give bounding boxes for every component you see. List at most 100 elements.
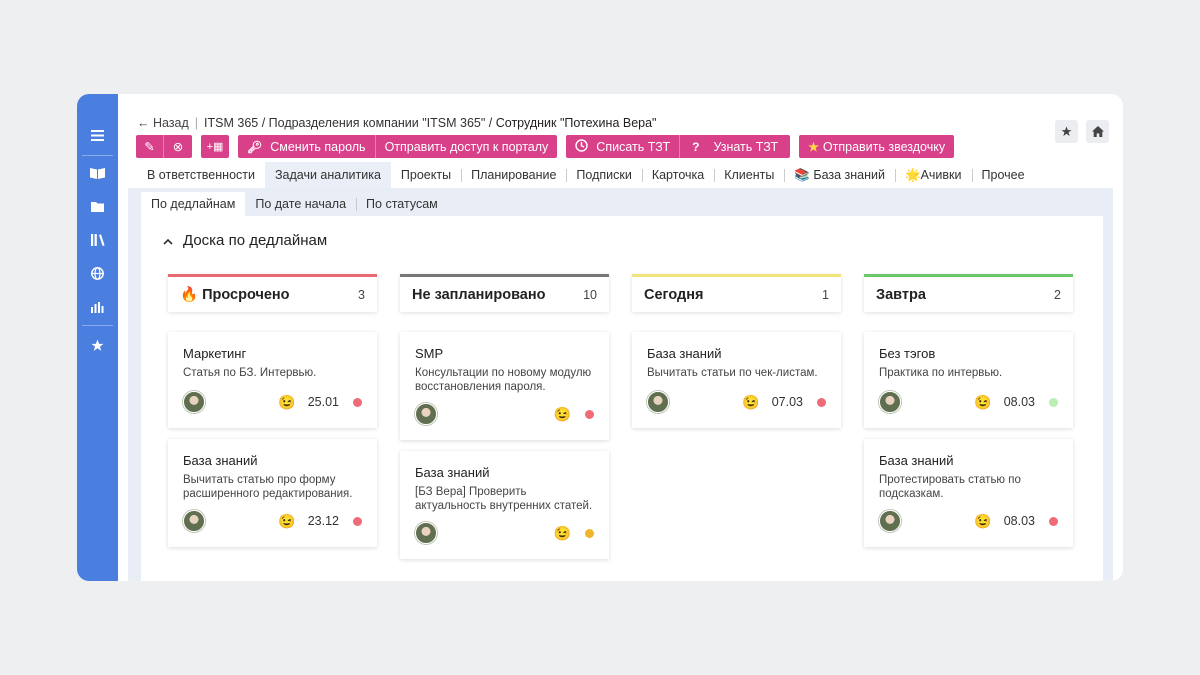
board-column-overdue: 🔥 Просрочено 3 Маркетинг Статья по БЗ. И…	[168, 274, 377, 547]
star-icon	[1061, 126, 1072, 137]
learn-button[interactable]: ? Узнать ТЗТ	[680, 135, 791, 158]
tab-responsibility[interactable]: В ответственности	[137, 162, 265, 188]
breadcrumb-separator: |	[194, 116, 199, 130]
add-to-table-button[interactable]: +▦	[201, 135, 229, 158]
sidebar-divider	[82, 155, 113, 156]
column-title: Не запланировано	[412, 286, 546, 303]
home-icon	[1091, 126, 1104, 137]
subtab-by-status[interactable]: По статусам	[356, 192, 448, 216]
due-date: 23.12	[307, 514, 339, 528]
avatar	[183, 510, 205, 532]
board-panel: Доска по дедлайнам 🔥 Просрочено 3 Маркет…	[141, 216, 1103, 581]
task-card[interactable]: Маркетинг Статья по БЗ. Интервью. 😉 25.0…	[168, 332, 377, 428]
menu-icon[interactable]	[77, 125, 118, 145]
board-title: Доска по дедлайнам	[183, 232, 328, 249]
breadcrumb-path[interactable]: ITSM 365 / Подразделения компании "ITSM …	[204, 116, 492, 130]
card-description: Протестировать статью по подсказкам.	[879, 474, 1021, 500]
book-icon[interactable]	[77, 163, 118, 183]
column-count: 1	[822, 287, 829, 302]
write-off-label: Списать ТЗТ	[596, 139, 671, 154]
clock-icon	[575, 138, 588, 155]
task-card[interactable]: База знаний Протестировать статью по под…	[864, 439, 1073, 547]
delete-button[interactable]: ⊗	[164, 135, 192, 158]
library-icon[interactable]	[77, 230, 118, 250]
avatar	[879, 391, 901, 413]
tab-subscriptions[interactable]: Подписки	[566, 162, 641, 188]
avatar	[183, 391, 205, 413]
tab-analyst-tasks[interactable]: Задачи аналитика	[264, 162, 391, 188]
card-title: SMP	[415, 346, 444, 361]
tab-clients[interactable]: Клиенты	[714, 162, 784, 188]
card-description: Вычитать статью про форму расширенного р…	[183, 474, 353, 500]
subtab-by-deadline[interactable]: По дедлайнам	[141, 192, 246, 216]
question-icon: ?	[692, 139, 700, 154]
task-card[interactable]: База знаний Вычитать статьи по чек-листа…	[632, 332, 841, 428]
card-title: Маркетинг	[183, 346, 247, 361]
column-count: 2	[1054, 287, 1061, 302]
card-footer: 😉 23.12	[183, 509, 362, 533]
write-off-button[interactable]: Списать ТЗТ	[566, 135, 681, 158]
back-link[interactable]: ← Назад	[137, 116, 189, 130]
task-card[interactable]: База знаний Вычитать статью про форму ра…	[168, 439, 377, 547]
card-title: Без тэгов	[879, 346, 936, 361]
tab-projects[interactable]: Проекты	[391, 162, 461, 188]
board-column-tomorrow: Завтра 2 Без тэгов Практика по интервью.…	[864, 274, 1073, 547]
change-password-label: Сменить пароль	[270, 139, 366, 154]
column-header: Сегодня 1	[632, 274, 841, 312]
emoji-icon: 😉	[974, 393, 992, 410]
send-star-button[interactable]: ★ Отправить звездочку	[799, 135, 955, 158]
star-icon[interactable]	[77, 335, 118, 355]
card-description: Вычитать статьи по чек-листам.	[647, 367, 818, 379]
card-title: База знаний	[647, 346, 722, 361]
top-right-actions	[1055, 120, 1109, 143]
emoji-icon: 😉	[553, 405, 571, 422]
priority-dot	[1049, 516, 1058, 526]
toolbar-gap	[229, 135, 238, 158]
tab-bar: В ответственности Задачи аналитика Проек…	[137, 162, 1035, 188]
due-date: 08.03	[1003, 395, 1035, 409]
tab-achievements[interactable]: 🌟Ачивки	[895, 162, 972, 188]
task-card[interactable]: База знаний [БЗ Вера] Проверить актуальн…	[400, 451, 609, 559]
tab-card[interactable]: Карточка	[641, 162, 714, 188]
sidebar-divider	[82, 325, 113, 326]
task-card[interactable]: SMP Консультации по новому модулю восста…	[400, 332, 609, 440]
toolbar: ✎ ⊗ +▦ 🔑︎ Сменить пароль Отправить доступ…	[136, 135, 955, 158]
column-count: 10	[583, 287, 597, 302]
board-header[interactable]: Доска по дедлайнам	[163, 232, 327, 249]
add-table-icon: +▦	[206, 141, 224, 153]
tab-knowledge-base[interactable]: 📚 База знаний	[784, 162, 895, 188]
breadcrumb: ← Назад | ITSM 365 / Подразделения компани…	[137, 116, 657, 130]
priority-dot	[585, 409, 594, 419]
send-access-button[interactable]: Отправить доступ к порталу	[375, 135, 558, 158]
favorite-button[interactable]	[1055, 120, 1078, 143]
learn-label: Узнать ТЗТ	[713, 139, 779, 154]
main-area: ← Назад | ITSM 365 / Подразделения компани…	[118, 94, 1123, 581]
cancel-circle-icon: ⊗	[172, 140, 184, 154]
priority-dot	[1049, 397, 1058, 407]
column-title: Сегодня	[644, 286, 704, 303]
tab-other[interactable]: Прочее	[971, 162, 1035, 188]
star-icon: ★	[808, 139, 819, 154]
subtab-by-start-date[interactable]: По дате начала	[245, 192, 356, 216]
priority-dot	[353, 397, 362, 407]
globe-icon[interactable]	[77, 263, 118, 283]
breadcrumb-current: Сотрудник "Потехина Вера"	[495, 116, 657, 130]
home-button[interactable]	[1086, 120, 1109, 143]
priority-dot	[817, 397, 826, 407]
edit-button[interactable]: ✎	[136, 135, 164, 158]
task-card[interactable]: Без тэгов Практика по интервью. 😉 08.03	[864, 332, 1073, 428]
card-footer: 😉 08.03	[879, 509, 1058, 533]
chart-icon[interactable]	[77, 297, 118, 317]
pencil-icon: ✎	[144, 140, 155, 154]
column-header: 🔥 Просрочено 3	[168, 274, 377, 312]
change-password-button[interactable]: 🔑︎ Сменить пароль	[238, 135, 376, 158]
card-footer: 😉	[415, 521, 594, 545]
card-description: Консультации по новому модулю восстановл…	[415, 367, 592, 393]
card-title: База знаний	[415, 465, 490, 480]
tab-planning[interactable]: Планирование	[461, 162, 566, 188]
emoji-icon: 😉	[278, 512, 296, 529]
card-title: База знаний	[879, 453, 954, 468]
column-header: Завтра 2	[864, 274, 1073, 312]
folder-icon[interactable]	[77, 196, 118, 216]
key-icon: 🔑︎	[247, 139, 263, 154]
